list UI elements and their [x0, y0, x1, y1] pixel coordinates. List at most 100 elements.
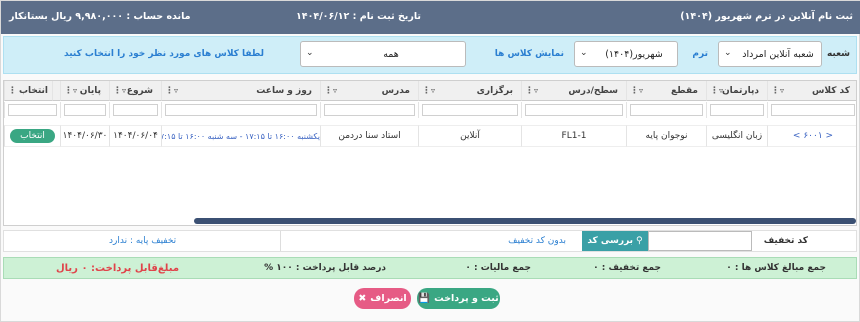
filter-bar: شعبه شعبه آنلاین امرداد ⌄ ترم شهریور(۱۴۰…	[3, 36, 857, 74]
column-title: سطح/درس	[568, 85, 618, 96]
registration-window: ثبت نام آنلاین در ترم شهریور (۱۴۰۴) تاری…	[0, 0, 860, 322]
total-tax: جمع مالیات : ۰	[465, 263, 531, 273]
column-header[interactable]	[52, 81, 60, 101]
discount-bar: کد تخفیف ⚲ بررسی کد بدون کد تخفیف تخفیف پ…	[3, 230, 857, 252]
column-header[interactable]: ⋮ ▿ کد کلاس	[767, 81, 856, 101]
column-filter-input[interactable]	[525, 104, 623, 116]
discount-status: بدون کد تخفیف	[508, 236, 566, 246]
term-select-value: شهریور(۱۴۰۴)	[605, 49, 663, 60]
filter-icon[interactable]: ▿	[534, 86, 538, 95]
column-filter-input[interactable]	[64, 104, 106, 116]
mode-cell: آنلاین	[418, 125, 521, 147]
column-filter-input[interactable]	[324, 104, 415, 116]
department-cell: زبان انگلیسی	[706, 125, 767, 147]
chevron-down-icon: ⌄	[580, 48, 588, 58]
check-code-button[interactable]: ⚲ بررسی کد	[582, 231, 648, 251]
filter-icon[interactable]: ▿	[639, 86, 643, 95]
teacher-cell: استاد سنا دردمن	[320, 125, 418, 147]
branch-label: شعبه	[826, 49, 850, 59]
column-header[interactable]: ⋮ ▿ شروع	[109, 81, 161, 101]
column-header[interactable]: ⋮ ▿ دپارتمان	[706, 81, 767, 101]
column-title: مدرس	[381, 85, 410, 96]
column-header[interactable]: ⋮ ▿ روز و ساعت	[161, 81, 320, 101]
payable-percent: درصد قابل پرداخت : ۱۰۰ %	[264, 263, 386, 273]
header-bar: ثبت نام آنلاین در ترم شهریور (۱۴۰۴) تاری…	[1, 1, 860, 34]
column-header[interactable]: ⋮ ▿ پایان	[60, 81, 109, 101]
divider	[280, 231, 281, 251]
search-icon: ⚲	[636, 236, 643, 246]
total-discount: جمع تخفیف : ۰	[593, 263, 661, 273]
column-header[interactable]: ⋮ انتخاب	[4, 81, 52, 101]
filter-icon[interactable]: ▿	[122, 86, 126, 95]
column-title: پایان	[79, 85, 101, 96]
payable-amount: مبلغ‌قابل پرداخت: ۰ ریال	[56, 263, 180, 274]
horizontal-scrollbar[interactable]	[194, 218, 856, 224]
column-title: برگزاری	[476, 85, 513, 96]
chevron-down-icon: ⌄	[724, 48, 732, 58]
level-cell: FL1-1	[521, 125, 626, 147]
filter-icon[interactable]: ▿	[333, 86, 337, 95]
filter-cell[interactable]	[767, 102, 856, 118]
column-title: شروع	[126, 85, 153, 96]
registration-date: تاریخ ثبت نام : ۱۴۰۴/۰۶/۱۲	[296, 11, 421, 22]
close-icon: ✖	[358, 293, 367, 304]
column-title: دپارتمان	[721, 85, 759, 96]
filter-cell[interactable]	[109, 102, 161, 118]
column-filter-input[interactable]	[630, 104, 703, 116]
select-cell: انتخاب	[4, 125, 60, 147]
column-header[interactable]: ⋮ ▿ برگزاری	[418, 81, 521, 101]
show-classes-select[interactable]: همه ⌄	[300, 41, 466, 67]
account-balance: مانده حساب : ۹,۹۸۰,۰۰۰ ریال بستانکار	[9, 11, 191, 22]
total-classes-amount: جمع مبالغ کلاس ها : ۰	[726, 263, 826, 273]
submit-pay-label: ثبت و پرداخت	[434, 293, 499, 304]
column-filter-input[interactable]	[710, 104, 764, 116]
end-date-cell: ۱۴۰۴/۰۶/۳۰	[60, 125, 109, 147]
cancel-label: انصراف	[370, 293, 407, 304]
filter-cell[interactable]	[4, 102, 60, 118]
filter-cell[interactable]	[626, 102, 706, 118]
filter-cell[interactable]	[161, 102, 320, 118]
term-select[interactable]: شهریور(۱۴۰۴) ⌄	[574, 41, 678, 67]
class-code-link[interactable]: < ۶۰۰۱ >	[767, 125, 856, 147]
term-label: ترم	[692, 49, 708, 59]
payment-summary: جمع مبالغ کلاس ها : ۰ جمع تخفیف : ۰ جمع …	[3, 257, 857, 279]
branch-select-value: شعبه آنلاین امرداد	[742, 49, 814, 60]
select-hint: لطفا کلاس های مورد نظر خود را انتخاب کنی…	[64, 49, 265, 59]
filter-icon[interactable]: ▿	[73, 86, 77, 95]
column-filter-input[interactable]	[422, 104, 518, 116]
discount-label: کد تخفیف	[763, 236, 808, 246]
filter-cell[interactable]	[60, 102, 109, 118]
start-date-cell: ۱۴۰۴/۰۶/۰۴	[109, 125, 161, 147]
filter-icon[interactable]: ▿	[780, 86, 784, 95]
filter-cell[interactable]	[706, 102, 767, 118]
check-code-label: بررسی کد	[587, 236, 634, 246]
schedule-cell: یکشنبه ۱۶:۰۰ تا ۱۷:۱۵ - سه شنبه ۱۶:۰۰ تا…	[161, 125, 320, 147]
filter-cell[interactable]	[418, 102, 521, 118]
column-header[interactable]: ⋮ ▿ سطح/درس	[521, 81, 626, 101]
filter-icon[interactable]: ▿	[174, 86, 178, 95]
column-header[interactable]: ⋮ ▿ مدرس	[320, 81, 418, 101]
save-icon: 💾	[418, 293, 431, 304]
filter-cell[interactable]	[521, 102, 626, 118]
cancel-button[interactable]: ✖ انصراف	[354, 288, 411, 309]
filter-icon[interactable]: ▿	[431, 86, 435, 95]
column-filter-input[interactable]	[165, 104, 317, 116]
column-title: مقطع	[671, 85, 698, 96]
branch-select[interactable]: شعبه آنلاین امرداد ⌄	[718, 41, 822, 67]
column-filter-input[interactable]	[8, 104, 57, 116]
filter-cell[interactable]	[320, 102, 418, 118]
submit-pay-button[interactable]: 💾 ثبت و پرداخت	[417, 288, 500, 309]
column-title: کد کلاس	[811, 85, 850, 96]
column-title: روز و ساعت	[256, 85, 312, 96]
discount-code-input[interactable]	[648, 231, 752, 251]
classes-table: ⋮ ▿ کد کلاس ⋮ ▿ دپارتمان ⋮ ▿ مقطع ⋮ ▿ سطح/درس ⋮ ▿…	[3, 80, 857, 226]
column-title: انتخاب	[18, 85, 48, 96]
column-header[interactable]: ⋮ ▿ مقطع	[626, 81, 706, 101]
select-class-button[interactable]: انتخاب	[10, 129, 55, 143]
show-classes-value: همه	[383, 49, 399, 60]
grade-cell: نوجوان پایه	[626, 125, 706, 147]
column-filter-input[interactable]	[771, 104, 855, 116]
column-filter-input[interactable]	[113, 104, 158, 116]
show-classes-label: نمایش کلاس ها	[494, 49, 564, 59]
base-discount: تخفیف پایه : ندارد	[109, 236, 177, 246]
